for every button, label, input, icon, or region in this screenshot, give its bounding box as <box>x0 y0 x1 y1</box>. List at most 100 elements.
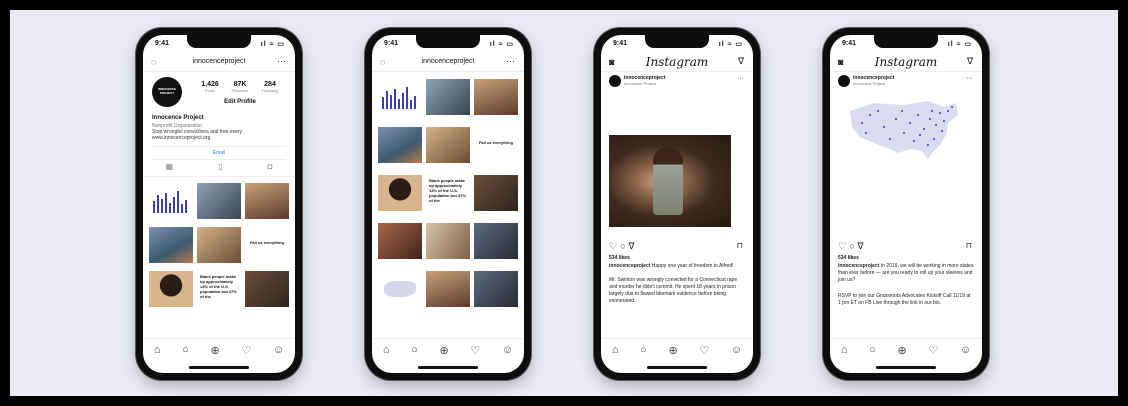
post-more-icon[interactable]: ··· <box>737 75 744 82</box>
post-more-icon[interactable]: ··· <box>966 75 973 82</box>
bookmark-icon[interactable]: ⊓ <box>966 241 972 250</box>
share-icon[interactable]: ∇ <box>629 241 638 251</box>
profile-icon[interactable]: ☺ <box>960 344 971 356</box>
post-thumbnail[interactable] <box>474 271 518 307</box>
post-thumbnail[interactable]: Fail us everything <box>245 227 289 263</box>
stat-label: Followers <box>231 88 249 93</box>
home-indicator[interactable] <box>876 366 936 369</box>
post-thumbnail[interactable] <box>149 271 193 307</box>
add-post-icon[interactable]: ⊕ <box>439 344 448 357</box>
feed-header: ◙ Instagram ∇ <box>601 55 753 72</box>
search-icon[interactable]: ○ <box>182 344 189 356</box>
search-icon[interactable]: ○ <box>869 344 876 356</box>
add-post-icon[interactable]: ⊕ <box>668 344 677 357</box>
post-thumbnail[interactable] <box>474 79 518 115</box>
direct-icon[interactable]: ∇ <box>967 56 973 67</box>
feed-header: ◙ Instagram ∇ <box>830 55 982 72</box>
profile-header: ◌ innocenceproject ··· <box>372 55 524 72</box>
post-photo[interactable] <box>609 135 731 227</box>
search-icon[interactable]: ○ <box>411 344 418 356</box>
comment-icon[interactable]: ○ <box>849 241 857 251</box>
heart-icon[interactable]: ♡ <box>928 344 938 357</box>
post-thumbnail[interactable] <box>197 227 241 263</box>
profile-icon[interactable]: ☺ <box>273 344 284 356</box>
signal-icon: ıl ≈ ▭ <box>718 41 743 48</box>
tab-bar: ⌂ ○ ⊕ ♡ ☺ <box>601 338 753 361</box>
post-thumbnail[interactable] <box>378 79 422 115</box>
heart-icon[interactable]: ♡ <box>699 344 709 357</box>
heart-icon[interactable]: ♡ <box>241 344 251 357</box>
comment-icon[interactable]: ○ <box>620 241 628 251</box>
caption-user[interactable]: innocenceproject <box>609 263 650 269</box>
direct-icon[interactable]: ∇ <box>738 56 744 67</box>
more-icon[interactable]: ··· <box>506 56 515 66</box>
stat-label: Posts <box>204 88 215 93</box>
post-thumbnail[interactable]: Fail us everything <box>474 127 518 163</box>
like-icon[interactable]: ♡ <box>609 241 620 251</box>
post-actions: ♡○∇ <box>609 241 638 252</box>
stat-posts[interactable]: 1,426 Posts <box>197 81 223 93</box>
bookmark-icon[interactable]: ⊓ <box>737 241 743 250</box>
igtv-icon[interactable]: ▯ <box>218 162 222 176</box>
status-time: 9:41 <box>842 40 857 47</box>
post-thumbnail[interactable] <box>426 127 470 163</box>
add-post-icon[interactable]: ⊕ <box>897 344 906 357</box>
post-thumbnail[interactable] <box>197 183 241 219</box>
email-button[interactable]: Email <box>152 146 286 160</box>
home-indicator[interactable] <box>189 366 249 369</box>
post-thumbnail[interactable] <box>474 175 518 211</box>
phone-notch <box>416 35 480 48</box>
post-likes[interactable]: 534 likes <box>838 255 859 261</box>
phone-screen: 9:41 ıl ≈ ▭ ◌ innocenceproject ··· INNOC… <box>143 35 295 373</box>
home-icon[interactable]: ⌂ <box>841 344 848 356</box>
post-thumbnail[interactable] <box>426 271 470 307</box>
post-thumbnail[interactable] <box>245 271 289 307</box>
post-thumbnail[interactable] <box>474 223 518 259</box>
post-likes[interactable]: 534 likes <box>609 255 630 261</box>
avatar[interactable]: INNOCENCE PROJECT <box>152 77 182 107</box>
post-thumbnail[interactable] <box>426 79 470 115</box>
post-thumbnail[interactable] <box>378 175 422 211</box>
post-thumbnail[interactable] <box>149 183 193 219</box>
post-thumbnail[interactable] <box>149 227 193 263</box>
profile-icon[interactable]: ☺ <box>731 344 742 356</box>
signal-icon: ıl ≈ ▭ <box>947 41 972 48</box>
profile-username: innocenceproject <box>421 58 475 65</box>
tab-bar: ⌂ ○ ⊕ ♡ ☺ <box>372 338 524 361</box>
profile-icon[interactable]: ☺ <box>502 344 513 356</box>
phone-screen: 9:41 ıl ≈ ▭ ◙ Instagram ∇ innocenceproje… <box>830 35 982 373</box>
post-thumbnail[interactable] <box>378 223 422 259</box>
post-thumbnail[interactable] <box>426 223 470 259</box>
phone-post-photo: 9:41 ıl ≈ ▭ ◙ Instagram ∇ innocenceproje… <box>594 28 760 380</box>
more-icon[interactable]: ··· <box>277 56 286 66</box>
home-icon[interactable]: ⌂ <box>383 344 390 356</box>
caption-user[interactable]: innocenceproject <box>838 263 879 269</box>
add-post-icon[interactable]: ⊕ <box>210 344 219 357</box>
heart-icon[interactable]: ♡ <box>470 344 480 357</box>
share-icon[interactable]: ∇ <box>858 241 867 251</box>
person-figure <box>653 147 683 215</box>
post-thumbnail[interactable]: Black people make up approximately 13% o… <box>426 175 470 211</box>
home-icon[interactable]: ⌂ <box>612 344 619 356</box>
post-avatar[interactable] <box>838 75 850 87</box>
stat-value: 87K <box>233 81 247 88</box>
post-avatar[interactable] <box>609 75 621 87</box>
like-icon[interactable]: ♡ <box>838 241 849 251</box>
tagged-icon[interactable]: ◘ <box>268 162 273 176</box>
home-indicator[interactable] <box>418 366 478 369</box>
profile-url[interactable]: www.innocenceproject.org <box>152 135 210 141</box>
post-thumbnail[interactable] <box>378 271 422 307</box>
stat-following[interactable]: 284 Following <box>257 81 283 93</box>
phone-screen: 9:41 ıl ≈ ▭ ◙ Instagram ∇ innocenceproje… <box>601 35 753 373</box>
post-thumbnail[interactable]: Black people make up approximately 13% o… <box>197 271 241 307</box>
search-icon[interactable]: ○ <box>640 344 647 356</box>
home-indicator[interactable] <box>647 366 707 369</box>
post-thumbnail[interactable] <box>245 183 289 219</box>
grid-icon[interactable]: ▦ <box>166 162 174 176</box>
stat-followers[interactable]: 87K Followers <box>227 81 253 93</box>
post-thumbnail[interactable] <box>378 127 422 163</box>
home-icon[interactable]: ⌂ <box>154 344 161 356</box>
us-map-image[interactable] <box>844 93 962 161</box>
post-caption: innocenceproject Happy one year of freed… <box>609 263 745 270</box>
edit-profile-button[interactable]: Edit Profile <box>197 99 283 105</box>
